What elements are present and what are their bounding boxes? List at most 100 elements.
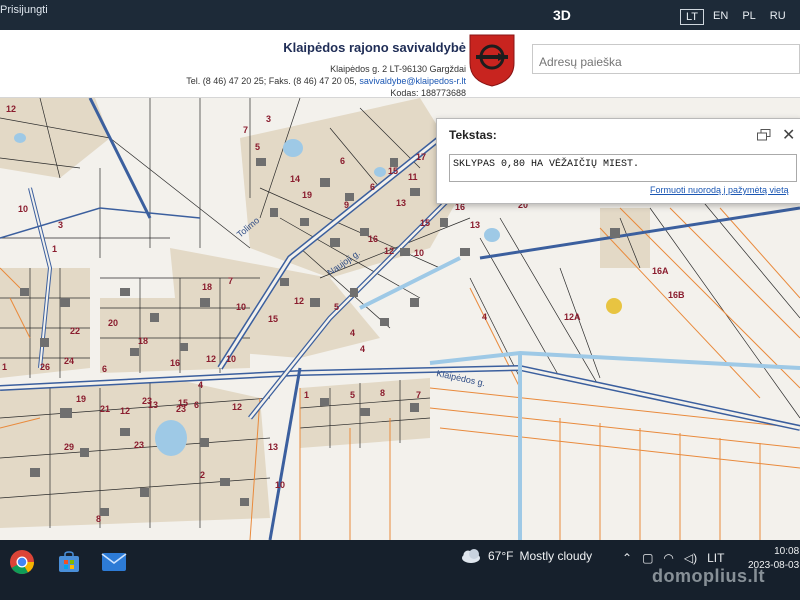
parcel-number: 12 <box>232 402 242 412</box>
weather-temp: 67°F <box>488 549 514 563</box>
mode-3d-button[interactable]: 3D <box>553 7 571 23</box>
parcel-number: 5 <box>334 302 339 312</box>
parcel-number: 10 <box>236 302 246 312</box>
lang-en[interactable]: EN <box>708 9 733 25</box>
org-email-link[interactable]: savivaldybe@klaipedos-r.lt <box>359 76 466 86</box>
parcel-number: 12A <box>564 312 581 322</box>
parcel-number: 6 <box>194 400 199 410</box>
store-icon[interactable] <box>52 545 86 579</box>
lang-pl[interactable]: PL <box>737 9 760 25</box>
parcel-number: 13 <box>470 220 480 230</box>
parcel-number: 16B <box>668 290 685 300</box>
parcel-number: 2 <box>200 470 205 480</box>
parcel-number: 1 <box>304 390 309 400</box>
weather-widget[interactable]: 67°F Mostly cloudy <box>460 548 592 564</box>
parcel-number: 19 <box>302 190 312 200</box>
parcel-number: 29 <box>64 442 74 452</box>
parcel-number: 1 <box>2 362 7 372</box>
parcel-number: 10 <box>226 354 236 364</box>
parcel-number: 4 <box>482 312 487 322</box>
parcel-number: 16A <box>652 266 669 276</box>
parcel-number: 15 <box>388 166 398 176</box>
mail-icon[interactable] <box>97 545 131 579</box>
parcel-number: 15 <box>420 218 430 228</box>
language-indicator[interactable]: LIT <box>707 551 724 565</box>
parcel-number: 20 <box>108 318 118 328</box>
language-switcher: LT EN PL RU <box>680 9 795 25</box>
parcel-number: 10 <box>414 248 424 258</box>
parcel-number: 16 <box>368 234 378 244</box>
watermark: domoplius.lt <box>652 566 765 586</box>
parcel-number: 6 <box>370 182 375 192</box>
top-bar: Prisijungti 3D LT EN PL RU <box>0 0 800 30</box>
parcel-number: 24 <box>64 356 74 366</box>
parcel-number: 10 <box>18 204 28 214</box>
system-tray: ⌃ ▢ ◠ ◁) LIT <box>622 551 724 565</box>
restore-window-icon[interactable] <box>757 129 771 141</box>
parcel-number: 12 <box>206 354 216 364</box>
parcel-number: 3 <box>58 220 63 230</box>
parcel-number: 8 <box>96 514 101 524</box>
org-info: Klaipėdos rajono savivaldybė Klaipėdos g… <box>186 40 466 98</box>
lang-ru[interactable]: RU <box>765 9 791 25</box>
org-code: Kodas: 188773688 <box>390 88 466 98</box>
parcel-number: 16 <box>170 358 180 368</box>
parcel-number: 23 <box>176 404 186 414</box>
lang-lt[interactable]: LT <box>680 9 705 25</box>
parcel-number: 18 <box>138 336 148 346</box>
parcel-number: 15 <box>268 314 278 324</box>
address-search-input[interactable] <box>532 44 800 74</box>
parcel-number: 12 <box>120 406 130 416</box>
parcel-number: 8 <box>380 388 385 398</box>
parcel-number: 13 <box>396 198 406 208</box>
parcel-number: 26 <box>40 362 50 372</box>
volume-icon[interactable]: ◁) <box>684 551 697 565</box>
parcel-number: 7 <box>243 125 248 135</box>
text-popup-title: Tekstas: <box>449 128 497 142</box>
wifi-icon[interactable]: ◠ <box>663 551 673 565</box>
chrome-icon[interactable] <box>5 545 39 579</box>
parcel-number: 23 <box>142 396 152 406</box>
parcel-number: 5 <box>350 390 355 400</box>
parcel-number: 22 <box>70 326 80 336</box>
parcel-number: 4 <box>360 344 365 354</box>
parcel-number: 13 <box>268 442 278 452</box>
parcel-number: 12 <box>384 246 394 256</box>
municipality-crest-icon <box>469 34 515 87</box>
form-link-button[interactable]: Formuoti nuorodą į pažymėtą vietą <box>650 185 789 195</box>
parcel-number: 23 <box>134 440 144 450</box>
map-screen: Prisijungti 3D LT EN PL RU Klaipėdos raj… <box>0 0 800 540</box>
org-address: Klaipėdos g. 2 LT-96130 Gargždai <box>330 64 466 74</box>
parcel-number: 19 <box>76 394 86 404</box>
parcel-number: 17 <box>416 152 426 162</box>
parcel-number: 10 <box>275 480 285 490</box>
chevron-up-icon[interactable]: ⌃ <box>622 551 632 565</box>
weather-desc: Mostly cloudy <box>519 549 593 563</box>
clock-time: 10:08 <box>774 546 800 557</box>
login-link[interactable]: Prisijungti <box>0 4 48 16</box>
parcel-number: 11 <box>408 172 418 182</box>
parcel-number: 3 <box>266 114 271 124</box>
close-icon[interactable]: ✕ <box>782 125 795 145</box>
parcel-number: 1 <box>52 244 57 254</box>
parcel-number: 6 <box>340 156 345 166</box>
parcel-number: 7 <box>228 276 233 286</box>
parcel-number: 14 <box>290 174 300 184</box>
parcel-number: 4 <box>350 328 355 338</box>
org-name: Klaipėdos rajono savivaldybė <box>283 40 466 55</box>
parcel-number: 12 <box>6 104 16 114</box>
location-marker-icon[interactable] <box>606 298 622 314</box>
parcel-number: 5 <box>255 142 260 152</box>
org-phone: Tel. (8 46) 47 20 25; Faks. (8 46) 47 20… <box>186 76 360 86</box>
text-value-field[interactable]: SKLYPAS 0,80 HA VĖŽAIČIŲ MIEST. <box>449 154 797 182</box>
parcel-number: 4 <box>198 380 203 390</box>
cloud-icon <box>462 549 480 563</box>
parcel-number: 18 <box>202 282 212 292</box>
org-contacts: Tel. (8 46) 47 20 25; Faks. (8 46) 47 20… <box>186 76 466 86</box>
device-icon[interactable]: ▢ <box>642 551 653 565</box>
header: Klaipėdos rajono savivaldybė Klaipėdos g… <box>0 30 800 98</box>
parcel-number: 9 <box>344 200 349 210</box>
parcel-number: 12 <box>294 296 304 306</box>
text-popup: Tekstas: ✕ SKLYPAS 0,80 HA VĖŽAIČIŲ MIES… <box>436 118 800 204</box>
parcel-number: 6 <box>102 364 107 374</box>
